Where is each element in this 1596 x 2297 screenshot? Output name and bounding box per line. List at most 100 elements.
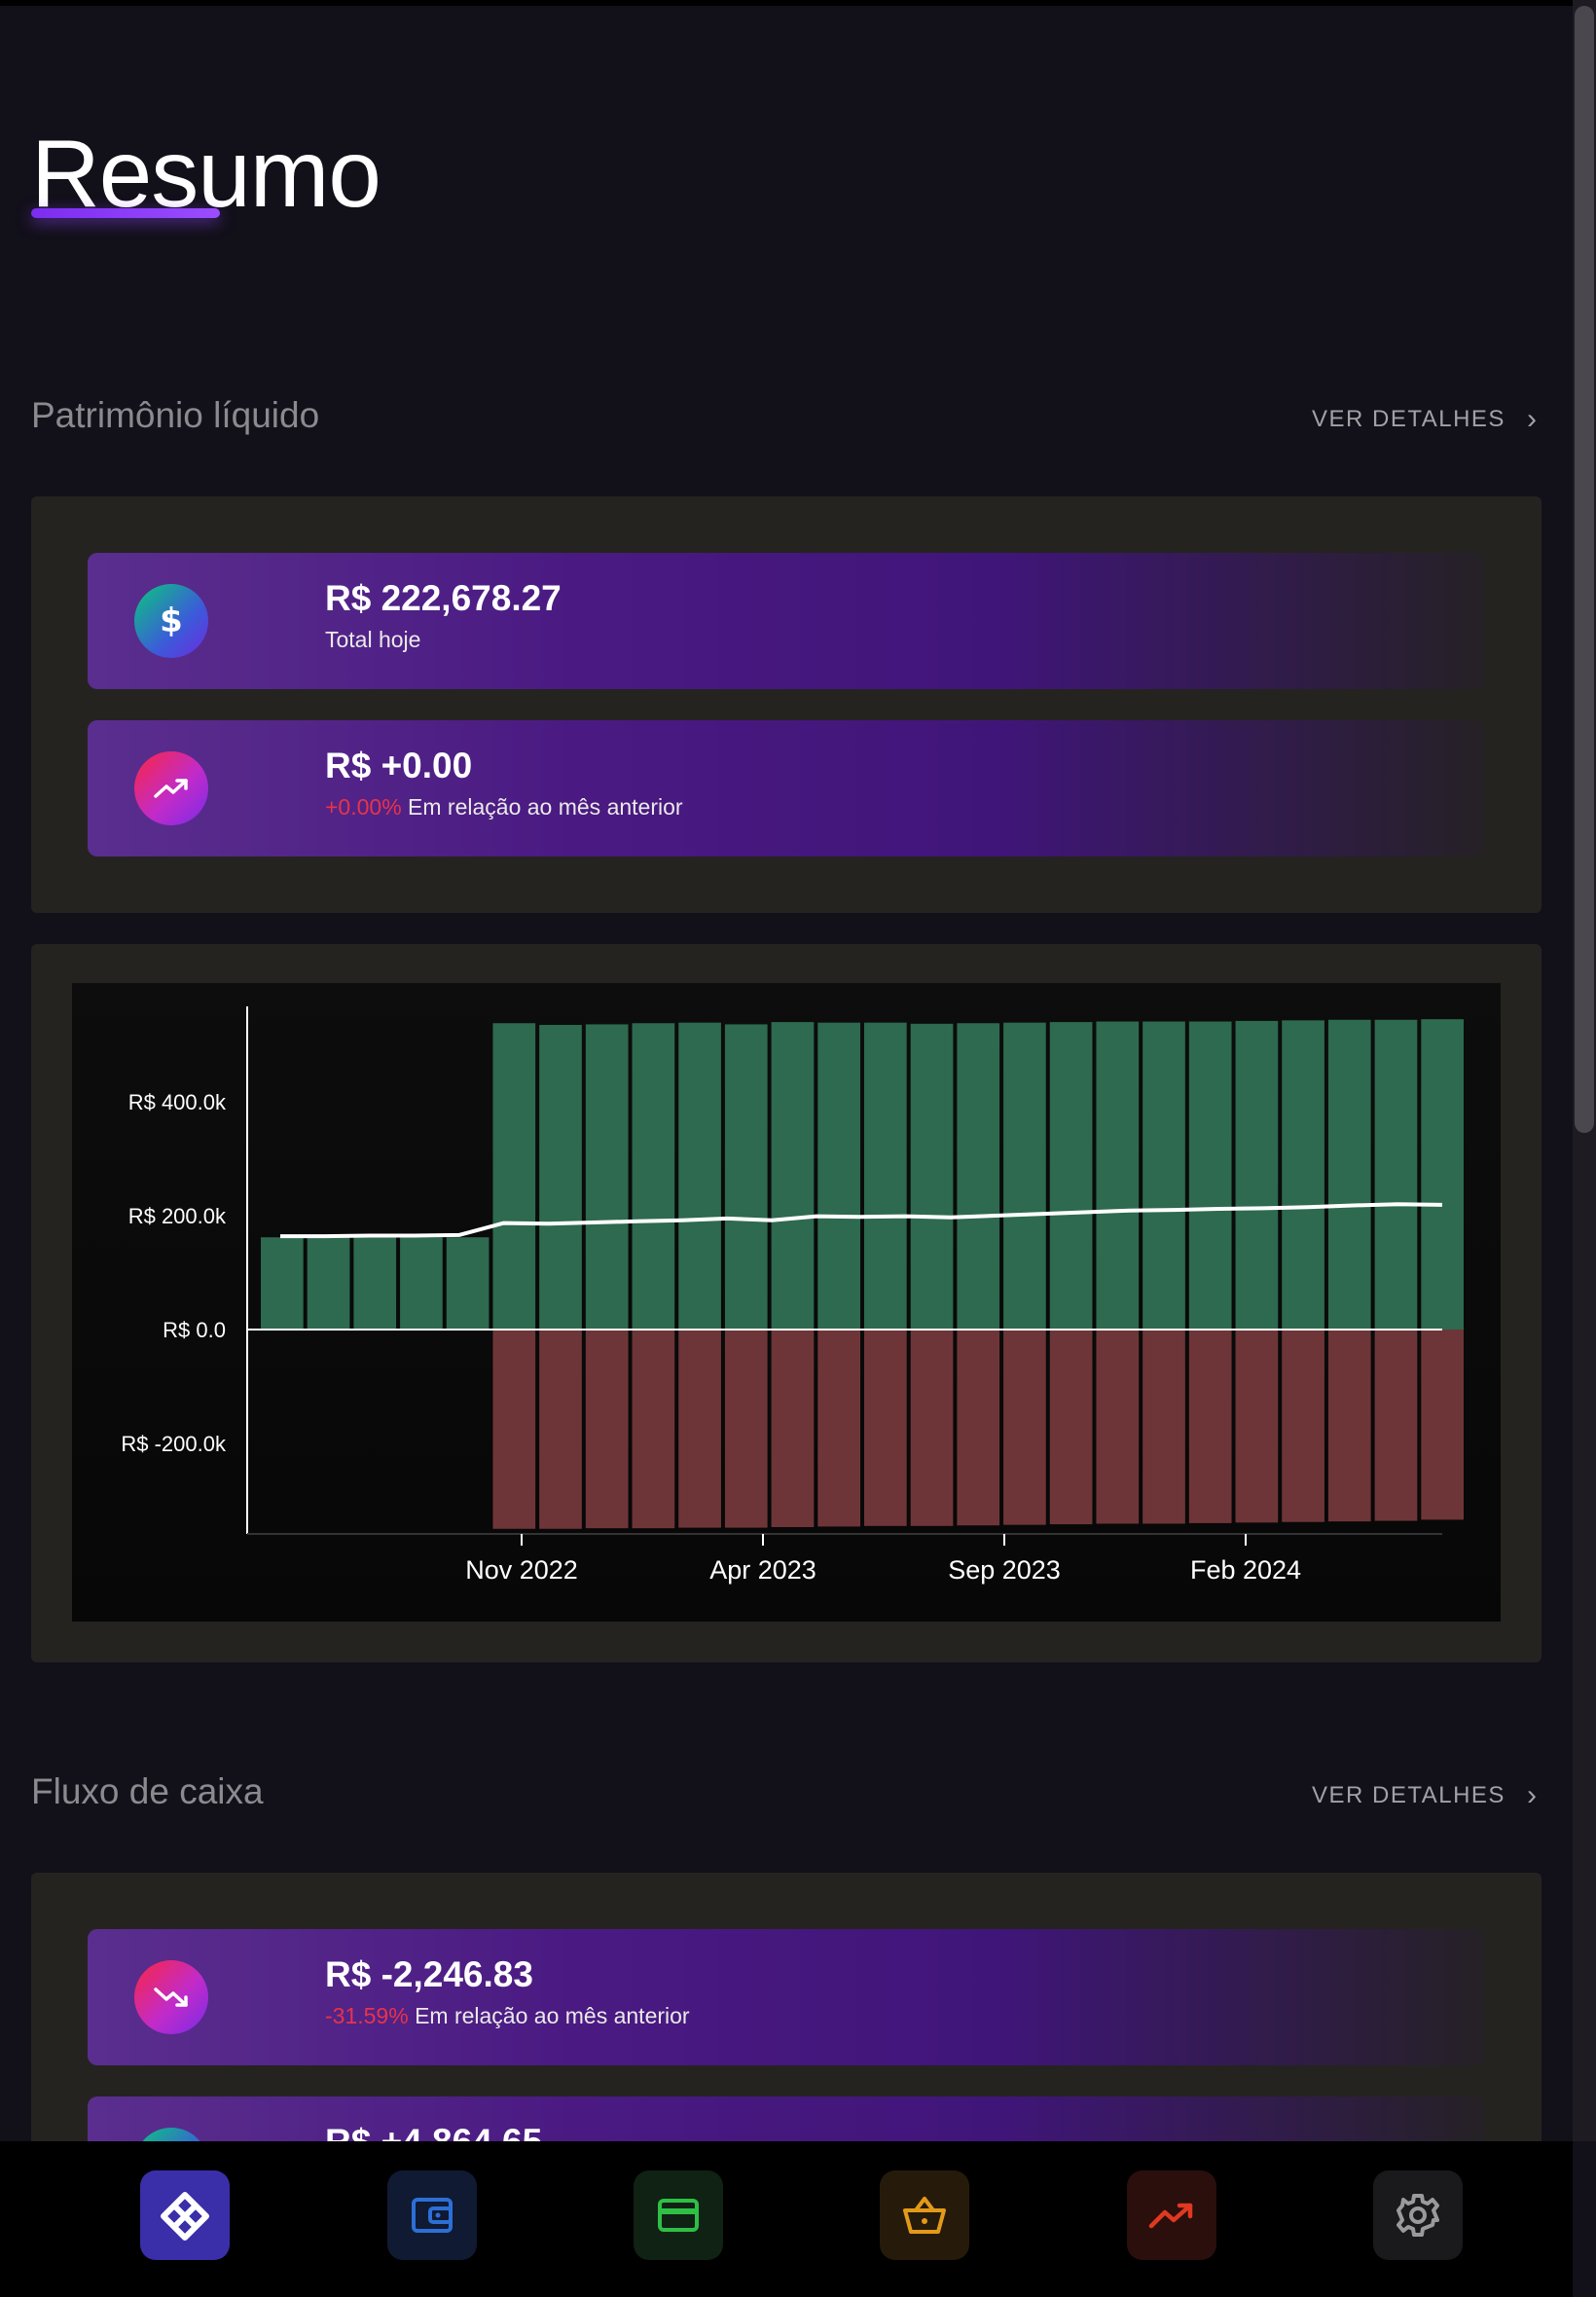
asset-bar xyxy=(957,1023,1000,1330)
asset-bar xyxy=(1235,1020,1279,1330)
net-worth-change-value: R$ +0.00 xyxy=(325,746,473,785)
credit-card-icon xyxy=(658,2199,699,2232)
asset-bar xyxy=(307,1237,350,1330)
liability-bar xyxy=(632,1330,675,1529)
net-worth-summary-card: $ R$ 222,678.27 Total hoje R$ +0.00 +0.0… xyxy=(31,496,1542,913)
asset-bar xyxy=(632,1023,675,1330)
asset-bar xyxy=(771,1022,815,1330)
cash-flow-balance-pct: -31.59% xyxy=(325,2003,409,2028)
liability-bar xyxy=(1143,1330,1185,1524)
chevron-right-icon: › xyxy=(1526,403,1539,435)
bottom-navigation xyxy=(0,2141,1573,2297)
nav-investments-button[interactable] xyxy=(1127,2170,1216,2260)
x-tick-label: Nov 2022 xyxy=(465,1555,578,1585)
y-tick-label: R$ 200.0k xyxy=(128,1204,227,1228)
net-worth-total-label: Total hoje xyxy=(325,627,421,652)
net-worth-section-title: Patrimônio líquido xyxy=(31,395,320,435)
scrollbar-track[interactable] xyxy=(1573,0,1596,2141)
asset-bar xyxy=(492,1023,536,1330)
liability-bar xyxy=(585,1330,629,1529)
details-link-label: VER DETALHES xyxy=(1312,406,1505,432)
liability-bar xyxy=(1374,1330,1418,1521)
asset-bar xyxy=(1049,1022,1093,1330)
nav-wallet-button[interactable] xyxy=(387,2170,477,2260)
y-tick-label: R$ 0.0 xyxy=(163,1318,226,1342)
net-worth-details-link[interactable]: VER DETALHES › xyxy=(1312,403,1538,436)
top-edge xyxy=(0,0,1596,6)
asset-bar xyxy=(864,1022,907,1330)
asset-bar xyxy=(1282,1020,1324,1330)
trending-up-icon xyxy=(1148,2203,1193,2229)
asset-bar xyxy=(585,1024,629,1330)
liability-bar xyxy=(1421,1330,1464,1520)
liability-bar xyxy=(1235,1330,1279,1523)
gear-icon xyxy=(1396,2194,1439,2237)
liability-bar xyxy=(864,1330,907,1526)
nav-budget-button[interactable] xyxy=(880,2170,969,2260)
dollar-icon: $ xyxy=(134,584,208,658)
cash-flow-balance-value: R$ -2,246.83 xyxy=(325,1954,533,1994)
nav-cards-button[interactable] xyxy=(634,2170,723,2260)
scrollbar-thumb[interactable] xyxy=(1575,6,1594,1133)
liability-bar xyxy=(1049,1330,1093,1525)
asset-bar xyxy=(1143,1021,1185,1330)
asset-bar xyxy=(1096,1021,1140,1330)
y-tick-label: R$ 400.0k xyxy=(128,1090,227,1114)
asset-bar xyxy=(539,1025,582,1330)
cash-flow-section-title: Fluxo de caixa xyxy=(31,1771,264,1811)
net-worth-change-pct: +0.00% xyxy=(325,794,402,820)
asset-bar xyxy=(1003,1022,1046,1330)
liability-bar xyxy=(724,1330,768,1528)
liability-bar xyxy=(817,1330,860,1527)
title-underline xyxy=(31,208,220,218)
basket-icon xyxy=(903,2197,946,2234)
liability-bar xyxy=(1327,1330,1371,1522)
liability-bar xyxy=(1003,1330,1046,1525)
nav-home-button[interactable] xyxy=(140,2170,230,2260)
net-worth-change-label: +0.00% Em relação ao mês anterior xyxy=(325,794,683,820)
liability-bar xyxy=(1188,1330,1232,1523)
asset-bar xyxy=(400,1237,443,1330)
asset-bar xyxy=(261,1237,304,1330)
cash-flow-summary-card: R$ -2,246.83 -31.59% Em relação ao mês a… xyxy=(31,1873,1542,2233)
net-worth-total-value: R$ 222,678.27 xyxy=(325,578,562,618)
asset-bar xyxy=(446,1237,490,1330)
net-worth-change-row[interactable]: R$ +0.00 +0.00% Em relação ao mês anteri… xyxy=(88,720,1485,857)
net-worth-total-row[interactable]: $ R$ 222,678.27 Total hoje xyxy=(88,553,1485,689)
liability-bar xyxy=(1282,1330,1324,1522)
asset-bar xyxy=(353,1237,397,1330)
asset-bar xyxy=(1374,1019,1418,1330)
asset-bar xyxy=(1188,1021,1232,1330)
asset-bar xyxy=(1327,1019,1371,1330)
liability-bar xyxy=(492,1330,536,1529)
asset-bar xyxy=(1421,1019,1464,1330)
nav-settings-button[interactable] xyxy=(1373,2170,1463,2260)
cash-flow-details-link[interactable]: VER DETALHES › xyxy=(1312,1779,1538,1812)
details-link-label: VER DETALHES xyxy=(1312,1782,1505,1808)
cash-flow-balance-row[interactable]: R$ -2,246.83 -31.59% Em relação ao mês a… xyxy=(88,1929,1485,2065)
net-worth-change-text: Em relação ao mês anterior xyxy=(408,794,683,820)
asset-bar xyxy=(910,1023,954,1330)
x-tick-label: Sep 2023 xyxy=(948,1555,1061,1585)
cash-flow-balance-label: -31.59% Em relação ao mês anterior xyxy=(325,2003,690,2029)
trending-down-icon xyxy=(134,1960,208,2034)
x-tick-label: Apr 2023 xyxy=(709,1555,816,1585)
net-worth-chart: R$ 400.0k R$ 200.0k R$ 0.0 R$ -200.0k Nov 20… xyxy=(72,983,1501,1622)
trending-up-icon xyxy=(134,751,208,825)
liability-bar xyxy=(910,1330,954,1526)
asset-bar xyxy=(678,1022,721,1330)
cash-flow-balance-text: Em relação ao mês anterior xyxy=(415,2003,690,2028)
chart-canvas: R$ 400.0k R$ 200.0k R$ 0.0 R$ -200.0k Nov 20… xyxy=(121,1006,1464,1585)
liability-bar xyxy=(771,1330,815,1527)
asset-bar xyxy=(724,1024,768,1330)
home-diamond-icon xyxy=(161,2192,209,2241)
liability-bar xyxy=(539,1330,582,1529)
liability-bar xyxy=(1096,1330,1140,1524)
x-tick-label: Feb 2024 xyxy=(1190,1555,1301,1585)
y-tick-label: R$ -200.0k xyxy=(121,1432,227,1456)
wallet-icon xyxy=(412,2198,453,2233)
liability-bar xyxy=(678,1330,721,1528)
asset-bar xyxy=(817,1022,860,1330)
liability-bar xyxy=(957,1330,1000,1526)
chevron-right-icon: › xyxy=(1526,1779,1539,1811)
